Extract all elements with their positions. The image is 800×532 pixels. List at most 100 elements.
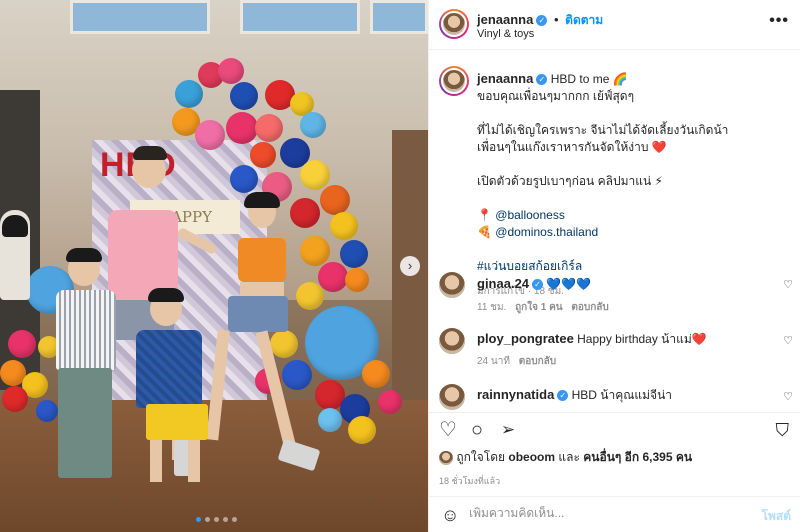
- comment-like-icon[interactable]: ♡: [783, 278, 793, 291]
- liker-username[interactable]: obeoom: [508, 450, 555, 464]
- balloon: [175, 80, 203, 108]
- comment-input[interactable]: [469, 506, 729, 520]
- child-leg: [188, 440, 200, 482]
- caption-text-1: HBD to me 🌈: [547, 72, 628, 86]
- verified-icon: ✓: [557, 390, 569, 402]
- child-leg: [150, 440, 162, 482]
- photo-window: [70, 0, 210, 34]
- carousel-dot: [196, 517, 201, 522]
- more-options-icon[interactable]: •••: [769, 12, 789, 30]
- comment-text: Happy birthday น้าแม่❤️: [573, 332, 707, 346]
- post-comment-button[interactable]: โพสต์: [762, 507, 791, 526]
- follow-button[interactable]: ติดตาม: [565, 13, 603, 27]
- author-avatar[interactable]: [439, 9, 469, 39]
- post-side-panel: jenaanna ✓ • ติดตาม Vinyl & toys ••• jena…: [428, 0, 800, 532]
- likes-others-link[interactable]: คนอื่นๆ อีก 6,395 คน: [583, 450, 692, 464]
- balloon: [362, 360, 390, 388]
- person-hair: [133, 146, 167, 160]
- photo-window: [240, 0, 360, 34]
- carousel-dot: [205, 517, 210, 522]
- comment-icon[interactable]: ○: [471, 419, 483, 441]
- balloon: [290, 198, 320, 228]
- balloon: [378, 390, 402, 414]
- caption-hashtag[interactable]: #แว่นบอยสก้อยเกิร์ล: [477, 258, 787, 275]
- balloon: [250, 142, 276, 168]
- balloon: [270, 330, 298, 358]
- post-header: jenaanna ✓ • ติดตาม Vinyl & toys •••: [429, 0, 800, 50]
- caption-username[interactable]: jenaanna: [477, 71, 533, 86]
- child-pants: [58, 368, 112, 478]
- comment-item: ginaa.24 ✓ 💙💙💙: [477, 276, 777, 291]
- caption-gap: [477, 241, 787, 258]
- add-comment-bar: ☺ โพสต์: [429, 496, 800, 532]
- verified-icon: ✓: [536, 74, 548, 86]
- comment-avatar[interactable]: [439, 384, 465, 410]
- caption-text-4: เพื่อนๆในแก๊งเราหารกันจัดให้ง่าบ ❤️: [477, 140, 667, 154]
- balloon: [230, 165, 258, 193]
- balloon: [255, 114, 283, 142]
- child-blue-shirt: [136, 330, 202, 408]
- comment-text: 💙💙💙: [543, 277, 592, 291]
- person-hair: [244, 192, 280, 208]
- comment-username[interactable]: rainnynatida: [477, 387, 554, 402]
- comment-time: 24 นาที: [477, 356, 510, 367]
- caption-text-3: ที่ไม่ได้เชิญใครเพราะ จีน่าไม่ได้จัดเลี้…: [477, 123, 729, 137]
- comment-reply-button[interactable]: ตอบกลับ: [519, 356, 556, 367]
- comments-scroll[interactable]: jenaanna ✓ HBD to me 🌈 ขอบคุณเพื่อนๆมากกก…: [429, 50, 800, 410]
- carousel-dot: [232, 517, 237, 522]
- figure-hair: [2, 215, 28, 237]
- comment-item: rainnynatida ✓ HBD น้าคุณแม่จีน่า: [477, 386, 777, 405]
- balloon: [300, 112, 326, 138]
- post-photo[interactable]: HBD HAPPY: [0, 0, 428, 532]
- likes-summary: ถูกใจโดย obeoom และ คนอื่นๆ อีก 6,395 คน: [439, 448, 799, 467]
- comment-username[interactable]: ploy_pongratee: [477, 331, 574, 346]
- caption-tag-ballooness[interactable]: 📍 @ballooness: [477, 207, 787, 224]
- balloon: [320, 185, 350, 215]
- child-yellow-shorts: [146, 404, 208, 440]
- comment-username[interactable]: ginaa.24: [477, 276, 529, 291]
- person-orange-top: [238, 238, 286, 282]
- likes-prefix: ถูกใจโดย: [456, 450, 509, 464]
- post-action-bar: ♡ ○ ➢ ⛉: [429, 412, 800, 448]
- caption-gap: [477, 190, 787, 207]
- balloon: [36, 400, 58, 422]
- balloon: [300, 236, 330, 266]
- comment-like-icon[interactable]: ♡: [783, 390, 793, 403]
- caption-avatar[interactable]: [439, 66, 469, 96]
- child-striped-shirt: [56, 290, 116, 370]
- author-username[interactable]: jenaanna: [477, 12, 533, 27]
- caption-text-2: ขอบคุณเพื่อนๆมากกก เย้ฟ์สุดๆ: [477, 89, 635, 103]
- balloon: [218, 58, 244, 84]
- liker-avatar[interactable]: [439, 450, 453, 465]
- carousel-dots: [196, 517, 237, 522]
- child-hair: [148, 288, 184, 302]
- post-timestamp[interactable]: 18 ชั่วโมงที่แล้ว: [439, 474, 500, 488]
- balloon: [345, 268, 369, 292]
- carousel-next-button[interactable]: ›: [400, 256, 420, 276]
- photo-cabinet: [392, 130, 428, 430]
- caption-first-line: jenaanna ✓ HBD to me 🌈: [477, 70, 787, 88]
- audio-subtitle[interactable]: Vinyl & toys: [477, 28, 534, 40]
- emoji-icon[interactable]: ☺: [441, 505, 459, 526]
- balloon: [230, 82, 258, 110]
- verified-icon: ✓: [532, 279, 544, 291]
- save-icon[interactable]: ⛉: [776, 419, 790, 441]
- caption-text-5: เปิดตัวด้วยรูปเบาๆก่อน คลิปมาแน่ ⚡: [477, 174, 663, 188]
- balloon: [340, 240, 368, 268]
- balloon: [296, 282, 324, 310]
- instagram-post-view: HBD HAPPY: [0, 0, 800, 532]
- comment-reply-button[interactable]: ตอบกลับ: [571, 302, 608, 313]
- comment-avatar[interactable]: [439, 272, 465, 298]
- caption-gap: [477, 156, 787, 173]
- caption-tag-dominos[interactable]: 🍕 @dominos.thailand: [477, 224, 787, 241]
- balloon: [318, 262, 348, 292]
- share-icon[interactable]: ➢: [501, 419, 515, 441]
- child-hair: [66, 248, 102, 262]
- photo-window: [370, 0, 428, 34]
- like-icon[interactable]: ♡: [439, 419, 457, 441]
- comment-like-icon[interactable]: ♡: [783, 334, 793, 347]
- likes-middle: และ: [555, 450, 584, 464]
- comment-avatar[interactable]: [439, 328, 465, 354]
- caption-gap: [477, 105, 787, 122]
- comment-likes[interactable]: ถูกใจ 1 คน: [515, 302, 563, 313]
